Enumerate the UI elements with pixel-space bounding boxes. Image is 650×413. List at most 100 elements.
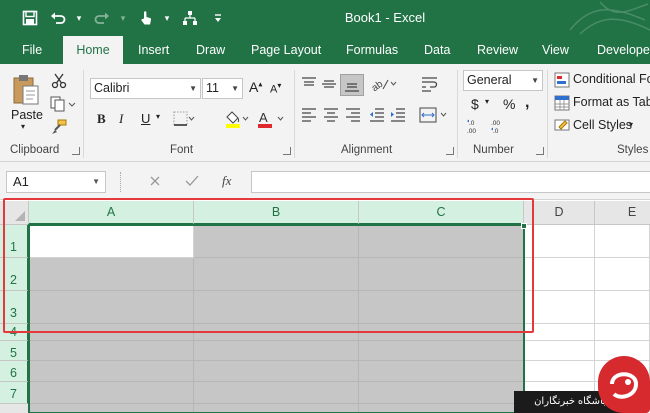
wrap-text-button[interactable] [421,76,439,92]
cell-d2[interactable] [524,258,595,291]
row-header-5[interactable]: 5 [0,341,29,361]
cell-d1[interactable] [524,225,595,258]
cell-styles-dropdown-icon[interactable]: ▾ [629,120,633,129]
row-header-3[interactable]: 3 [0,291,29,324]
cell-b3[interactable] [194,291,359,324]
bottom-align-button[interactable] [340,74,364,96]
cell-a6[interactable] [29,361,194,382]
paste-dropdown-icon[interactable]: ▾ [21,122,25,131]
cell-b5[interactable] [194,341,359,361]
cell-e4[interactable] [595,324,650,341]
cell-c8[interactable] [359,404,524,413]
cell-e3[interactable] [595,291,650,324]
cell-b6[interactable] [194,361,359,382]
cell-styles-button[interactable]: Cell Styles [573,118,632,132]
copy-button[interactable] [50,95,76,113]
cell-e2[interactable] [595,258,650,291]
merge-center-button[interactable] [419,107,449,123]
percent-style-button[interactable]: % [503,96,515,112]
cell-c3[interactable] [359,291,524,324]
number-format-combo[interactable]: General ▼ [463,70,543,91]
cell-b2[interactable] [194,258,359,291]
confirm-entry-button[interactable] [185,174,199,188]
fill-handle[interactable] [521,223,527,229]
cell-b4[interactable] [194,324,359,341]
tab-insert[interactable]: Insert [128,36,179,64]
borders-button[interactable] [173,110,195,128]
paste-button[interactable] [8,72,44,108]
cell-b1[interactable] [194,225,359,258]
decrease-decimal-button[interactable]: .00.0 [490,117,508,135]
formula-bar-grip[interactable] [120,172,124,192]
font-size-combo[interactable]: 11 ▼ [202,78,243,99]
cell-b8[interactable] [194,404,359,413]
align-right-button[interactable] [345,107,361,123]
increase-indent-button[interactable] [390,107,406,123]
comma-style-button[interactable]: , [525,94,529,112]
accounting-format-button[interactable]: $ [471,96,479,112]
orientation-button[interactable]: ab [370,76,398,92]
increase-font-size-button[interactable]: A▴ [249,79,262,95]
alignment-launcher-icon[interactable] [446,147,454,155]
cell-c2[interactable] [359,258,524,291]
column-header-e[interactable]: E [595,201,650,225]
tab-developer[interactable]: Developer [587,36,650,64]
font-launcher-icon[interactable] [283,147,291,155]
fill-color-button[interactable] [224,108,250,130]
cell-c7[interactable] [359,382,524,404]
insert-function-button[interactable]: fx [222,173,231,189]
align-left-button[interactable] [301,107,317,123]
cell-c1[interactable] [359,225,524,258]
cell-a7[interactable] [29,382,194,404]
tab-page-layout[interactable]: Page Layout [241,36,331,64]
formula-input[interactable] [251,171,650,193]
row-header-8[interactable] [0,404,29,413]
conditional-formatting-button[interactable]: Conditional Fo [573,72,650,86]
column-header-d[interactable]: D [524,201,595,225]
cell-a4[interactable] [29,324,194,341]
bold-button[interactable]: B [97,111,106,127]
column-header-b[interactable]: B [194,201,359,225]
tab-formulas[interactable]: Formulas [336,36,408,64]
row-header-6[interactable]: 6 [0,361,29,382]
cut-button[interactable] [50,72,68,90]
row-header-1[interactable]: 1 [0,225,29,258]
middle-align-button[interactable] [321,76,337,92]
font-color-button[interactable]: A [256,108,286,130]
cell-e1[interactable] [595,225,650,258]
tab-draw[interactable]: Draw [186,36,235,64]
cell-a2[interactable] [29,258,194,291]
tab-review[interactable]: Review [467,36,528,64]
cell-a8[interactable] [29,404,194,413]
cell-c4[interactable] [359,324,524,341]
font-name-dropdown-icon[interactable]: ▼ [189,79,197,98]
cell-d4[interactable] [524,324,595,341]
cell-a1[interactable] [29,225,194,258]
cell-a3[interactable] [29,291,194,324]
column-header-a[interactable]: A [29,201,194,225]
align-center-button[interactable] [323,107,339,123]
underline-button[interactable]: U [141,111,150,126]
cancel-entry-button[interactable] [148,174,162,188]
name-box[interactable]: A1 ▼ [6,171,106,193]
clipboard-launcher-icon[interactable] [72,147,80,155]
tab-home[interactable]: Home [63,36,123,65]
select-all-button[interactable] [0,201,29,225]
row-header-7[interactable]: 7 [0,382,29,404]
accounting-dropdown-icon[interactable]: ▾ [485,97,489,106]
top-align-button[interactable] [301,76,317,92]
font-name-combo[interactable]: Calibri ▼ [90,78,201,99]
tab-file[interactable]: File [12,36,52,64]
underline-dropdown-icon[interactable]: ▾ [156,112,160,121]
row-header-2[interactable]: 2 [0,258,29,291]
row-header-4[interactable]: 4 [0,324,29,341]
cell-c6[interactable] [359,361,524,382]
name-box-dropdown-icon[interactable]: ▼ [92,172,100,192]
increase-decimal-button[interactable]: .0.00 [466,117,484,135]
italic-button[interactable]: I [119,111,123,127]
decrease-font-size-button[interactable]: A▾ [270,81,281,96]
decrease-indent-button[interactable] [369,107,385,123]
font-size-dropdown-icon[interactable]: ▼ [231,79,239,98]
tab-data[interactable]: Data [414,36,460,64]
tab-view[interactable]: View [532,36,579,64]
